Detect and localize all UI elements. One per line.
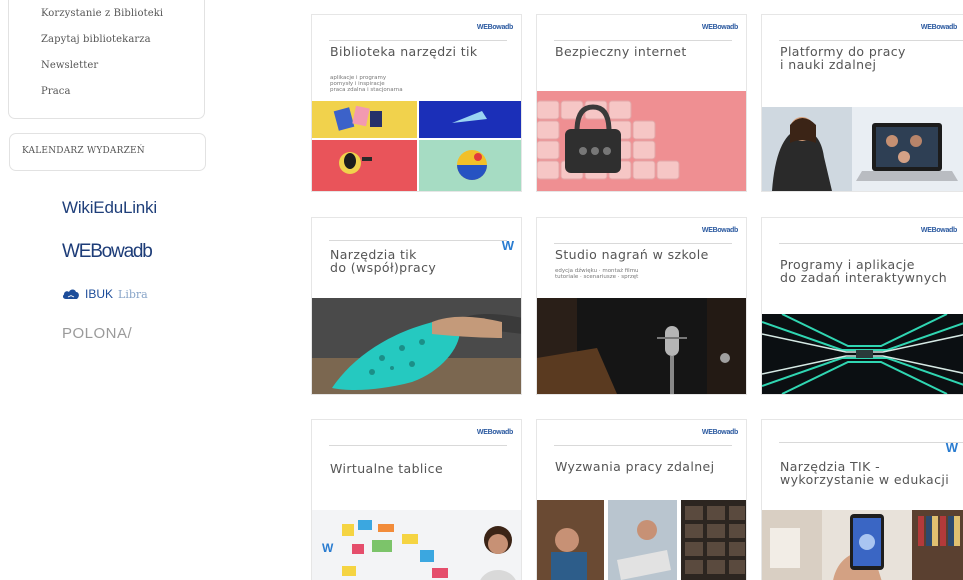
tile-illustration	[762, 314, 963, 394]
tile-brand: WEBowadb	[920, 24, 957, 31]
tile-narzedzia-tik-edukacja[interactable]: W Narzędzia TIK - wykorzystanie w edukac…	[761, 419, 963, 580]
tile-brand: WEBowadb	[476, 24, 513, 31]
tile-biblioteka-narzedzi-tik[interactable]: WEBowadb Biblioteka narzędzi tik aplikac…	[311, 14, 522, 192]
menu-item-praca[interactable]: Praca	[41, 85, 204, 111]
tile-title: Biblioteka narzędzi tik	[330, 44, 478, 59]
calendar-button[interactable]: KALENDARZ WYDARZEŃ	[9, 133, 206, 171]
ibuk-text: IBUK	[85, 287, 114, 301]
sidebar-menu: Korzystanie z Biblioteki Zapytaj bibliot…	[8, 0, 205, 119]
tile-rule	[554, 243, 732, 244]
tile-illustration	[762, 510, 963, 580]
tile-brand: WEBowadb	[476, 429, 513, 436]
tile-title: Wirtualne tablice	[330, 461, 444, 476]
tile-studio-nagran[interactable]: WEBowadb Studio nagrań w szkole edycja d…	[536, 217, 747, 395]
menu-item-korzystanie[interactable]: Korzystanie z Biblioteki	[41, 7, 204, 33]
tile-rule	[329, 40, 507, 41]
menu-list: Korzystanie z Biblioteki Zapytaj bibliot…	[9, 0, 204, 111]
tile-wirtualne-tablice[interactable]: WEBowadb Wirtualne tablice W	[311, 419, 522, 580]
menu-item-zapytaj[interactable]: Zapytaj bibliotekarza	[41, 33, 204, 59]
tile-title: Studio nagrań w szkole	[555, 247, 709, 262]
tile-wyzwania-pracy-zdalnej[interactable]: WEBowadb Wyzwania pracy zdalnej	[536, 419, 747, 580]
tile-rule	[779, 243, 963, 244]
tile-illustration	[537, 91, 746, 191]
tile-brand: WEBowadb	[701, 429, 738, 436]
tile-brand: WEBowadb	[701, 227, 738, 234]
tile-rule	[554, 40, 732, 41]
tile-rule	[329, 445, 507, 446]
tile-rule	[779, 40, 963, 41]
tile-brand: WEBowadb	[920, 227, 957, 234]
tile-platformy-do-pracy[interactable]: WEBowadb Platformy do pracy i nauki zdal…	[761, 14, 963, 192]
tile-narzedzia-tik-wspolpracy[interactable]: W Narzędzia tik do (współ)pracy	[311, 217, 522, 395]
tile-rule	[329, 240, 507, 241]
tile-title: Wyzwania pracy zdalnej	[555, 459, 715, 474]
polona-logo[interactable]: POLONA/	[62, 325, 132, 342]
webowadb-logo[interactable]: WEBowadb	[62, 241, 153, 263]
tile-illustration	[312, 298, 521, 394]
tile-bezpieczny-internet[interactable]: WEBowadb Bezpieczny internet	[536, 14, 747, 192]
tile-title: Narzędzia tik do (współ)pracy	[330, 247, 437, 275]
tile-subtitle: edycja dźwięku · montaż filmu tutoriale …	[555, 268, 639, 280]
tile-illustration: W	[312, 510, 521, 580]
menu-item-newsletter[interactable]: Newsletter	[41, 59, 204, 85]
tile-illustration	[312, 101, 521, 191]
libra-text: Libra	[118, 287, 148, 301]
cloud-book-icon	[62, 289, 79, 299]
tile-brand: WEBowadb	[701, 24, 738, 31]
ibuk-libra-logo[interactable]: IBUK Libra	[62, 287, 148, 301]
tile-title: Narzędzia TIK - wykorzystanie w edukacji	[780, 459, 950, 487]
tile-title: Bezpieczny internet	[555, 44, 687, 59]
tile-rule	[779, 442, 963, 443]
tile-rule	[554, 445, 732, 446]
tile-title: Programy i aplikacje do zadań interaktyw…	[780, 257, 948, 285]
tile-brand: W	[945, 440, 958, 455]
tile-programy-aplikacje[interactable]: WEBowadb Programy i aplikacje do zadań i…	[761, 217, 963, 395]
wikiedulinki-logo[interactable]: WikiEduLinki	[62, 198, 157, 218]
tile-illustration	[537, 500, 746, 580]
tile-illustration	[537, 298, 746, 394]
tile-subtitle: aplikacje i programy pomysły i inspiracj…	[330, 75, 403, 93]
svg-text:W: W	[322, 541, 334, 555]
tile-title: Platformy do pracy i nauki zdalnej	[780, 44, 906, 72]
tile-illustration	[762, 107, 963, 191]
